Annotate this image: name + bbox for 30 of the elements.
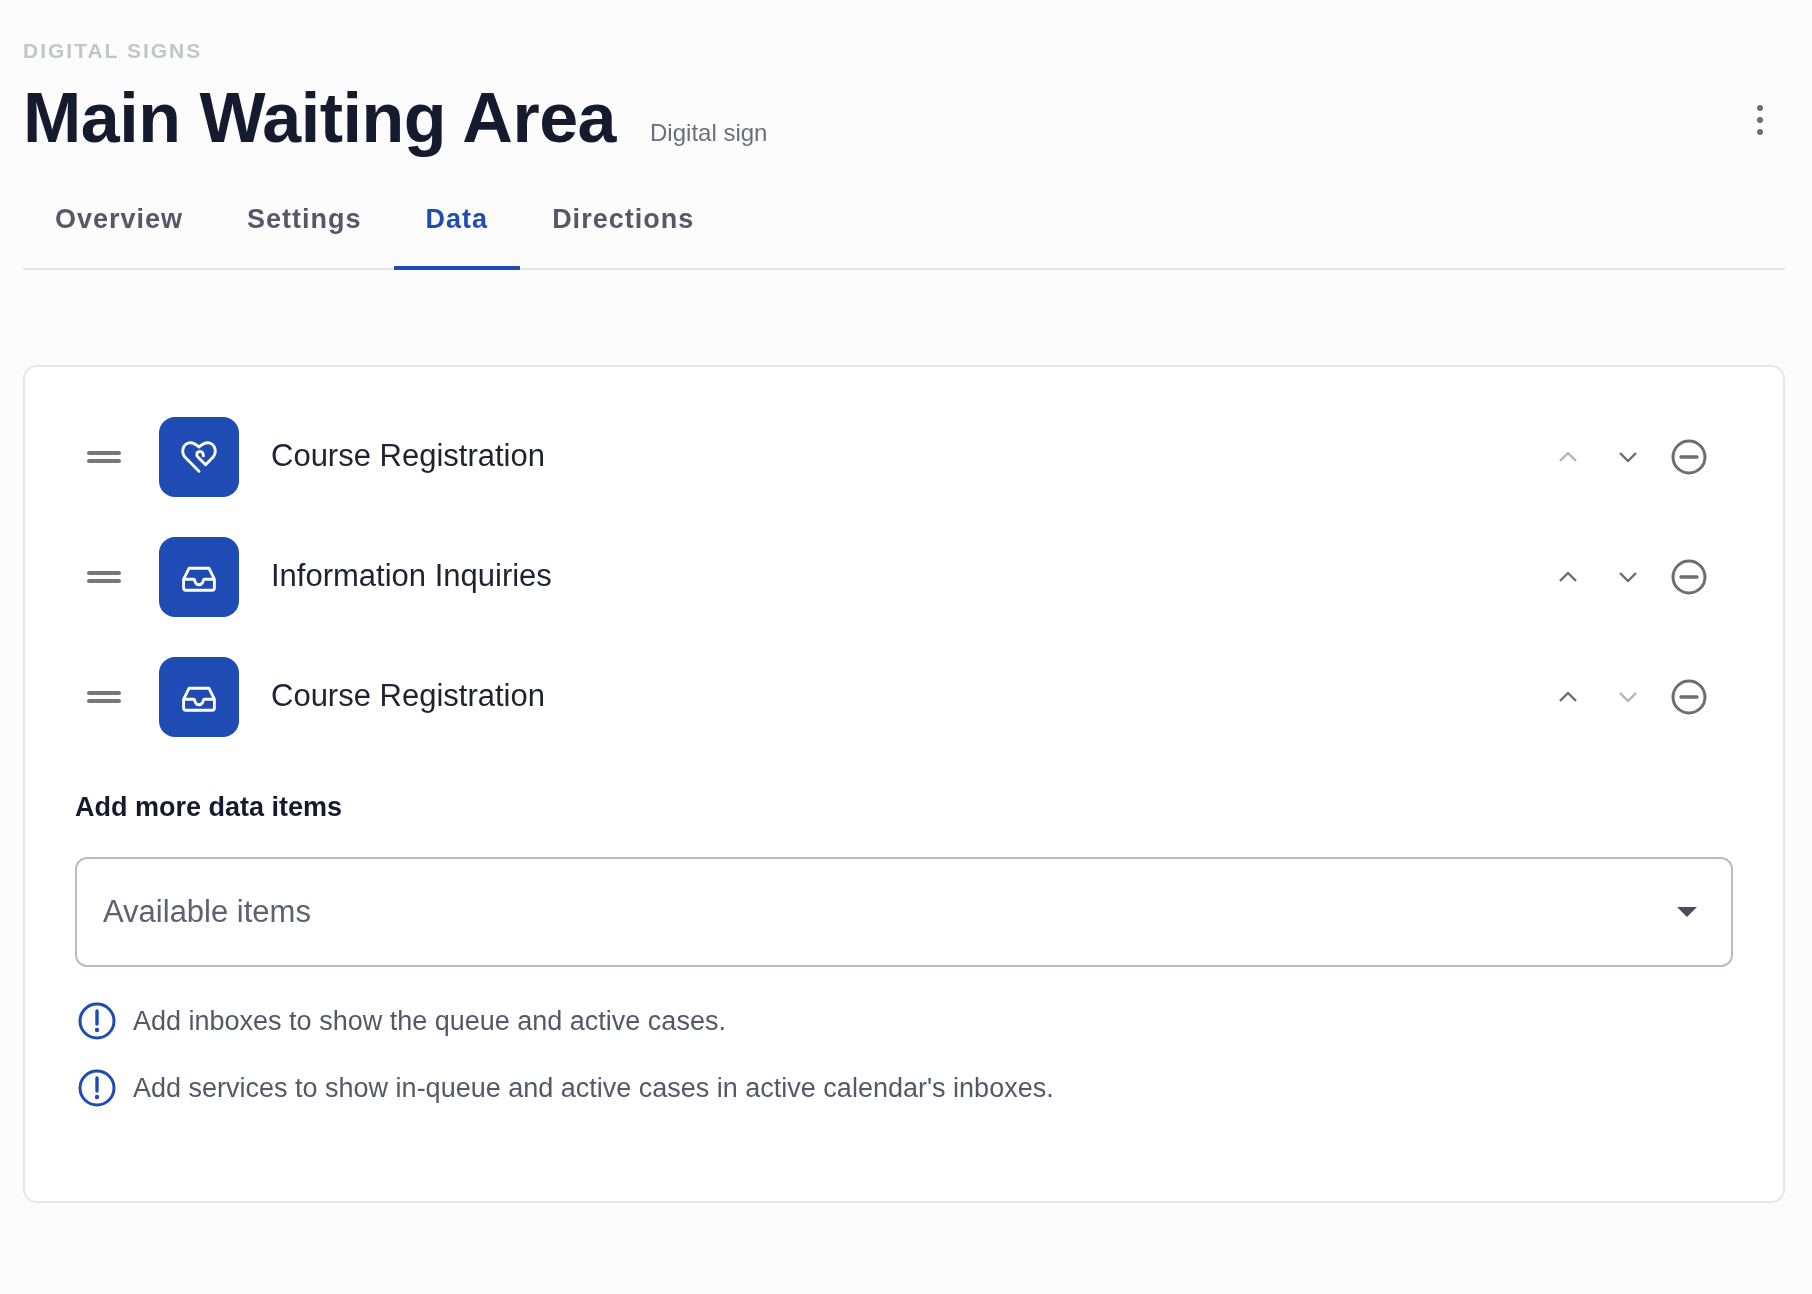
chevron-up-icon — [1559, 571, 1577, 582]
info-icon — [77, 1067, 117, 1108]
section-heading: Add more data items — [75, 790, 344, 824]
info-icon — [77, 1001, 117, 1042]
chevron-up-icon — [1559, 451, 1577, 462]
more-icon — [1757, 105, 1763, 135]
select-placeholder: Available items — [103, 892, 311, 931]
drag-handle-icon[interactable] — [87, 450, 121, 463]
items-select[interactable]: Available items — [75, 857, 1733, 967]
tab[interactable]: Overview — [23, 191, 216, 270]
remove-circle-icon — [1671, 678, 1707, 715]
tab[interactable]: Data — [393, 191, 521, 270]
chevron-up-icon — [1559, 691, 1577, 702]
tab[interactable]: Directions — [520, 191, 727, 270]
page-subtitle: Digital sign — [650, 118, 768, 148]
item-label: Course Registration — [271, 677, 546, 716]
tab[interactable]: Settings — [215, 191, 394, 270]
remove-circle-icon — [1671, 558, 1707, 595]
dropdown-caret-icon — [1677, 907, 1697, 917]
drag-handle-icon[interactable] — [87, 570, 121, 583]
info-note: Add inboxes to show the queue and active cases. — [133, 1005, 726, 1038]
item-label: Information Inquiries — [271, 557, 553, 596]
info-note: Add services to show in-queue and active cases in active calendar's inboxes. — [133, 1071, 1054, 1105]
item-label: Course Registration — [271, 437, 546, 476]
remove-circle-icon — [1671, 438, 1707, 475]
chevron-down-icon — [1619, 571, 1637, 582]
chevron-down-icon — [1619, 451, 1637, 462]
breadcrumb: DIGITAL SIGNS — [23, 40, 204, 61]
chevron-down-icon — [1619, 691, 1637, 702]
drag-handle-icon[interactable] — [87, 690, 121, 703]
